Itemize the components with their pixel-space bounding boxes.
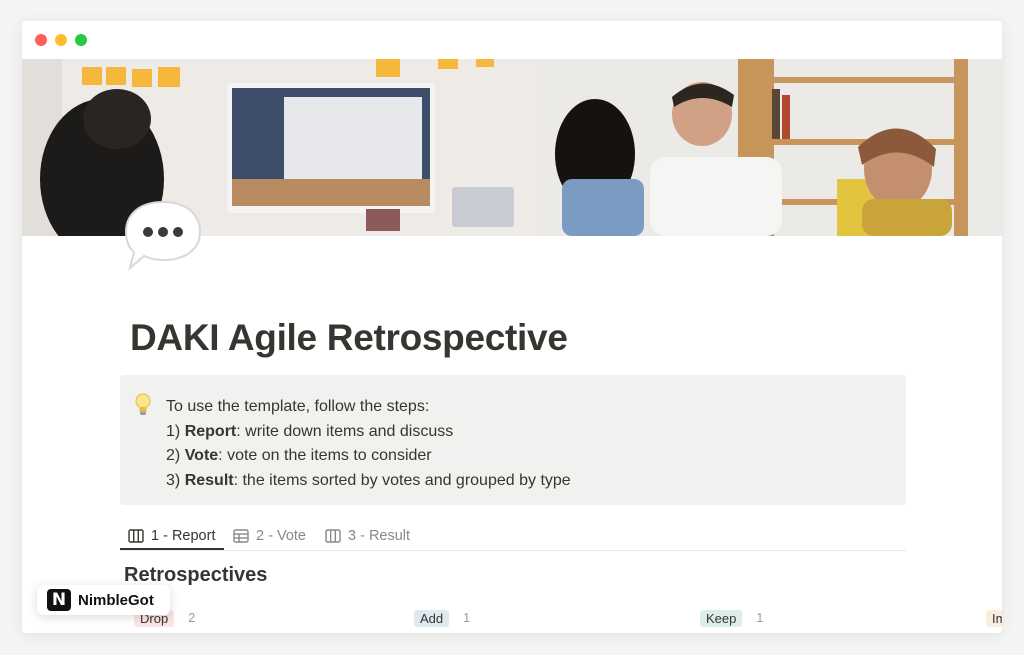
board-column-keep[interactable]: Keep 1 <box>700 609 763 627</box>
tab-result-label: 3 - Result <box>348 528 411 544</box>
column-count: 1 <box>756 611 764 625</box>
instructions-callout[interactable]: To use the template, follow the steps: 1… <box>120 375 906 505</box>
active-tab-indicator <box>120 548 224 550</box>
callout-intro: To use the template, follow the steps: <box>166 398 430 415</box>
section-title[interactable]: Retrospectives <box>124 564 267 587</box>
callout-step-1: 1) Report: write down items and discuss <box>166 422 454 440</box>
tab-vote-label: 2 - Vote <box>256 528 306 544</box>
brand-watermark: N NimbleGot <box>37 585 170 615</box>
board-icon <box>128 529 144 543</box>
maximize-window-button[interactable] <box>75 34 87 46</box>
lightbulb-icon <box>134 393 152 417</box>
page-title[interactable]: DAKI Agile Retrospective <box>130 317 568 359</box>
column-tag: Improve <box>986 609 1002 627</box>
tab-result[interactable]: 3 - Result <box>325 522 410 550</box>
board-column-improve[interactable]: Improve <box>986 609 1002 627</box>
minimize-window-button[interactable] <box>55 34 67 46</box>
tab-report-label: 1 - Report <box>151 528 216 544</box>
column-count: 2 <box>188 611 196 625</box>
view-tabs: 1 - Report 2 - Vote 3 - Result <box>120 518 906 551</box>
close-window-button[interactable] <box>35 34 47 46</box>
brand-name: NimbleGot <box>78 591 154 609</box>
column-count: 1 <box>463 611 471 625</box>
tab-vote[interactable]: 2 - Vote <box>233 522 306 550</box>
callout-step-2: 2) Vote: vote on the items to consider <box>166 447 432 464</box>
board-column-add[interactable]: Add 1 <box>414 609 470 627</box>
board-icon <box>325 529 341 543</box>
app-window: DAKI Agile Retrospective To use the temp… <box>22 21 1002 633</box>
column-tag: Add <box>414 609 450 627</box>
table-icon <box>233 529 249 543</box>
column-tag: Keep <box>700 609 743 627</box>
tab-report[interactable]: 1 - Report <box>128 522 215 550</box>
brand-logo: N <box>47 589 71 611</box>
title-bar <box>22 21 1002 59</box>
callout-step-3: 3) Result: the items sorted by votes and… <box>166 471 571 489</box>
speech-bubble-ellipsis-icon[interactable] <box>122 196 204 274</box>
